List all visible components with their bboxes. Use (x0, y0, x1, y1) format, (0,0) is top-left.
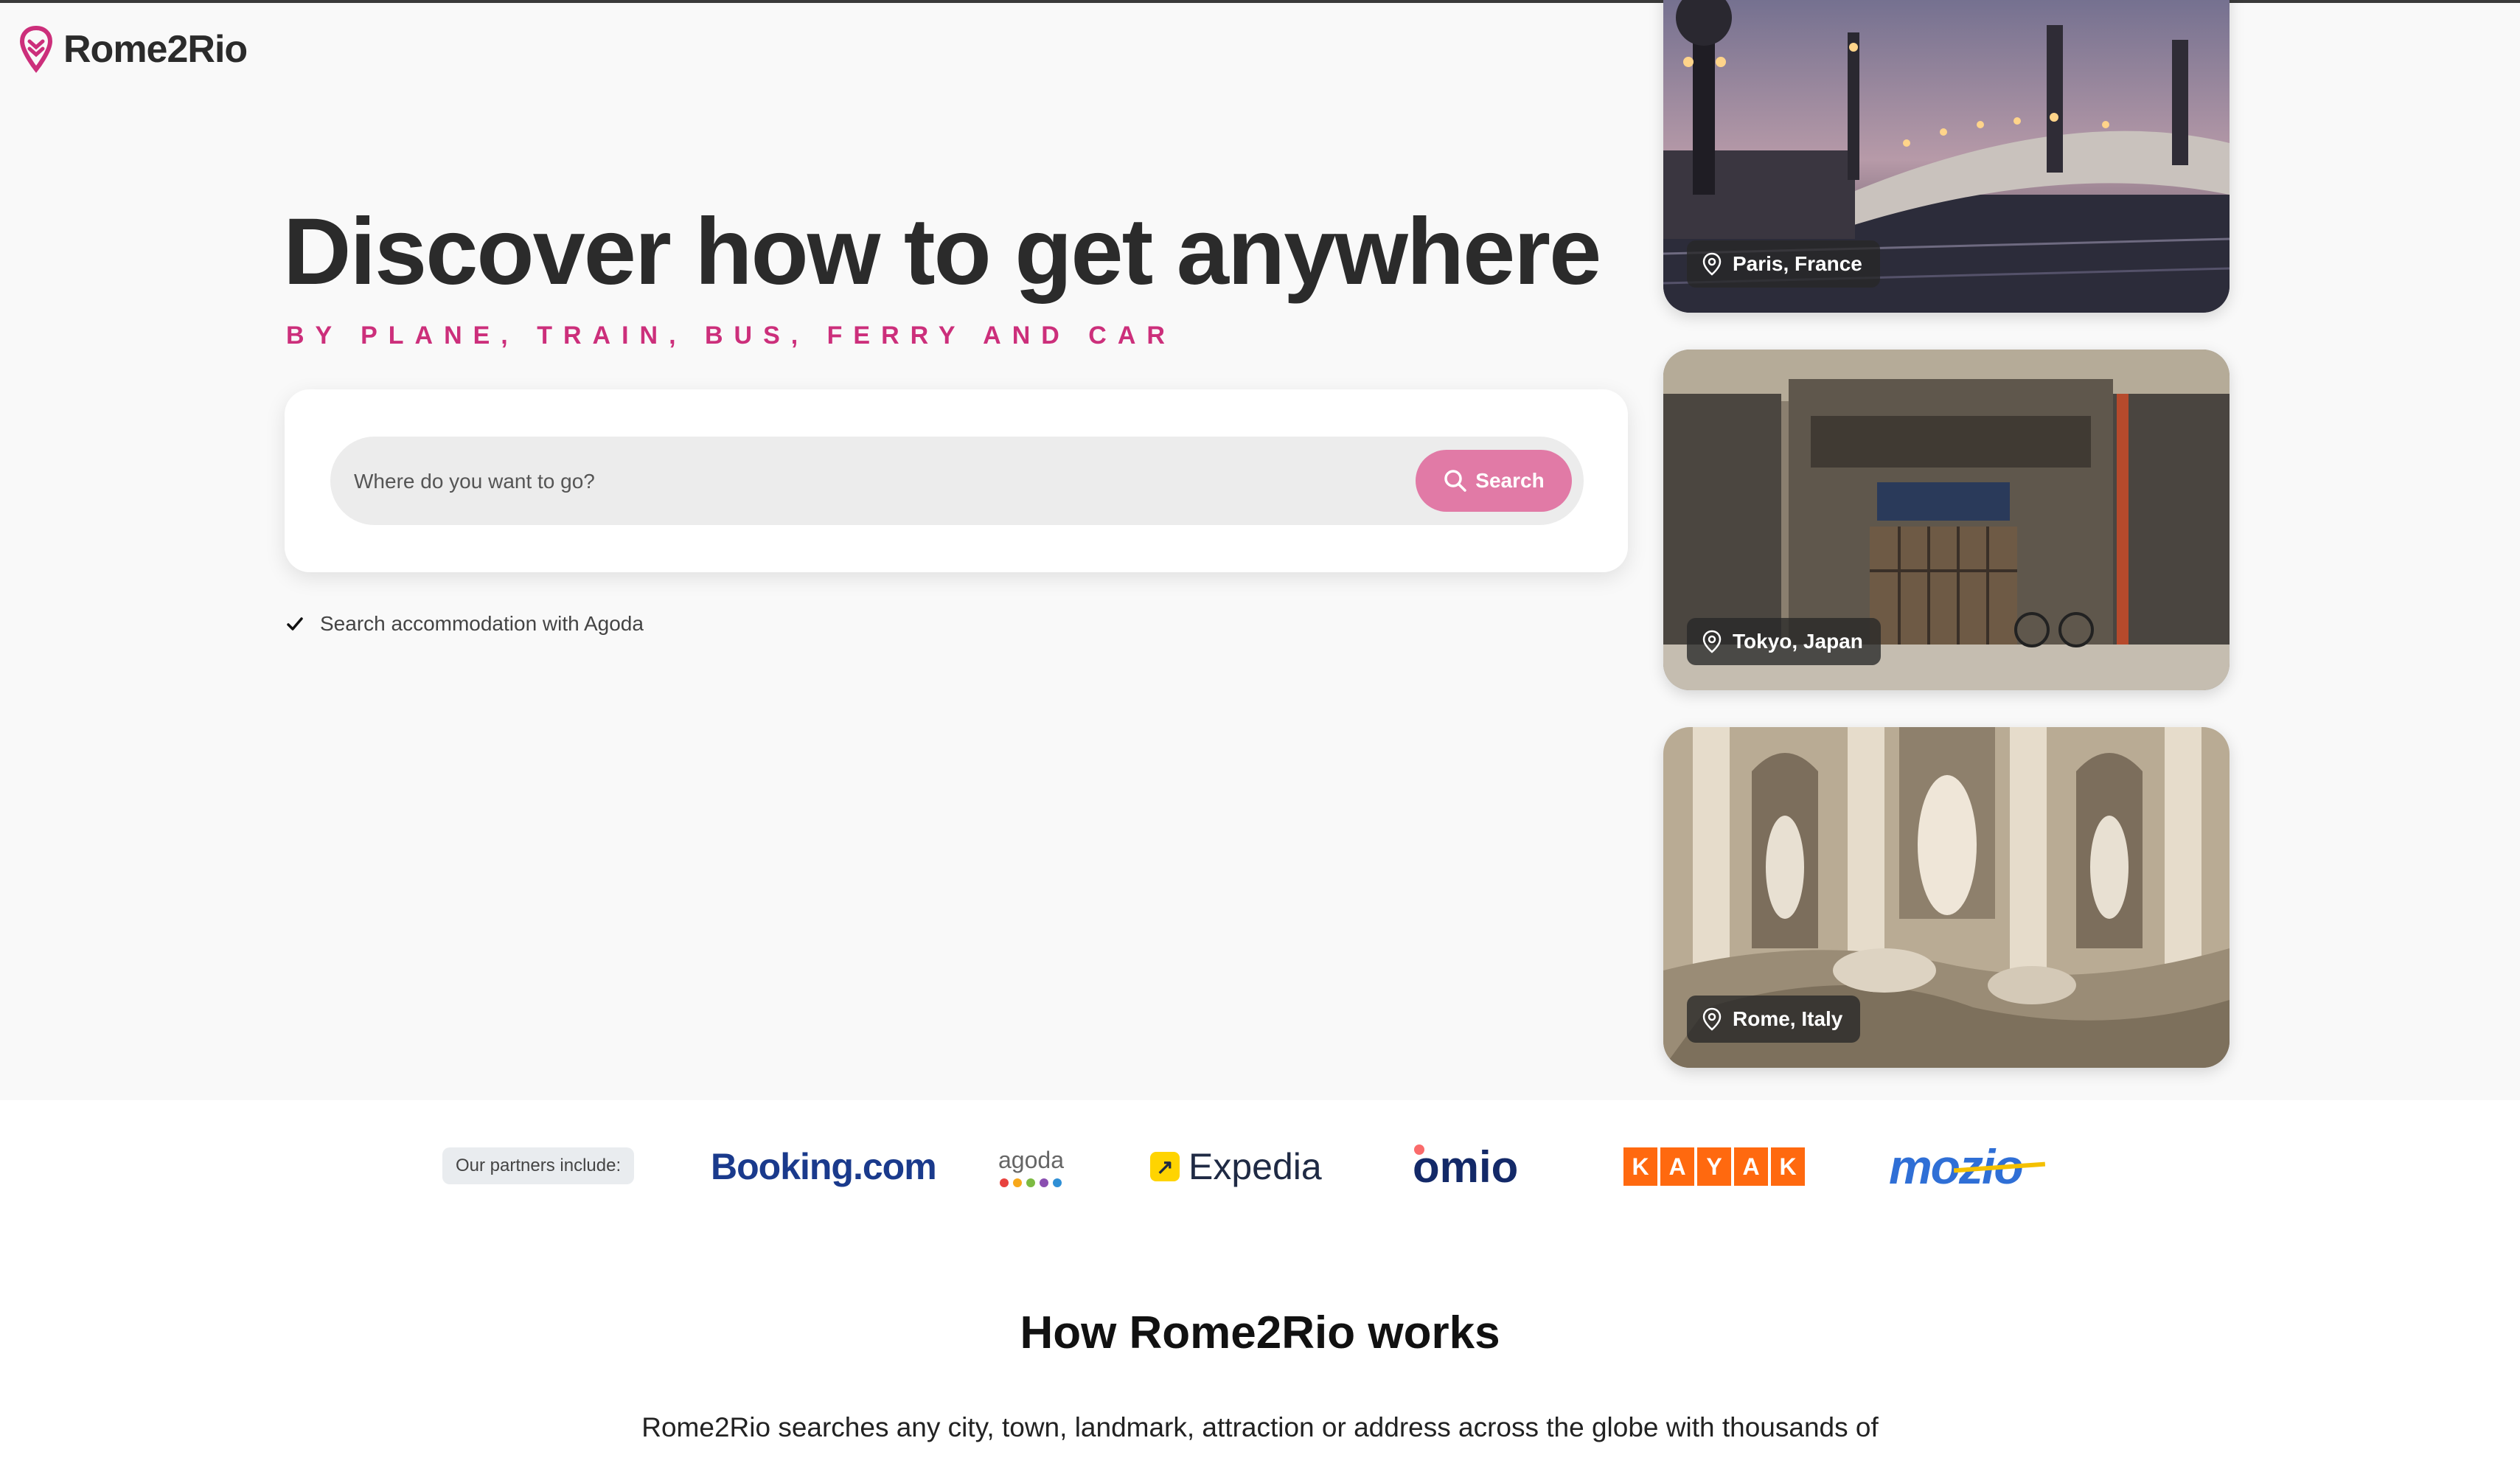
search-icon (1444, 470, 1467, 492)
kayak-letter: A (1734, 1147, 1768, 1186)
map-pin-icon (1702, 252, 1722, 276)
kayak-logo: K A Y A K (1623, 1130, 1805, 1203)
agoda-accommodation-checkbox[interactable]: Search accommodation with Agoda (285, 612, 644, 636)
destination-label: Paris, France (1687, 240, 1880, 288)
kayak-letter: K (1771, 1147, 1805, 1186)
omio-logo: omio (1413, 1130, 1518, 1203)
map-pin-icon (1702, 630, 1722, 653)
kayak-letter: A (1660, 1147, 1694, 1186)
expedia-arrow-icon: ↗ (1150, 1152, 1180, 1181)
kayak-letter: Y (1697, 1147, 1731, 1186)
rome2rio-logo-icon (19, 25, 53, 73)
expedia-logo: ↗ Expedia (1150, 1130, 1322, 1203)
how-it-works-title: How Rome2Rio works (1020, 1307, 1500, 1358)
destination-label: Tokyo, Japan (1687, 618, 1881, 665)
partners-strip: Our partners include: Booking.com agoda … (0, 1100, 2520, 1233)
destination-card-tokyo[interactable]: Tokyo, Japan (1663, 350, 2230, 690)
search-button[interactable]: Search (1416, 450, 1572, 512)
kayak-letter: K (1623, 1147, 1657, 1186)
partners-label: Our partners include: (442, 1147, 635, 1184)
how-it-works-body: Rome2Rio searches any city, town, landma… (641, 1412, 1879, 1442)
agoda-logo: agoda (998, 1130, 1064, 1203)
destination-label-text: Paris, France (1733, 252, 1862, 275)
hero-section: Rome2Rio Discover how to get anywhere BY… (0, 0, 2520, 1100)
brand-logo[interactable]: Rome2Rio (19, 25, 248, 74)
omio-wordmark: omio (1413, 1142, 1519, 1192)
omio-dot-icon (1414, 1144, 1424, 1155)
checkmark-icon (287, 617, 303, 630)
destination-label-text: Tokyo, Japan (1733, 630, 1863, 653)
agoda-checkbox-label: Search accommodation with Agoda (320, 612, 644, 635)
search-card: Search (285, 389, 1628, 572)
checkbox[interactable] (285, 614, 305, 634)
agoda-dots-icon (1000, 1178, 1062, 1187)
expedia-wordmark: Expedia (1188, 1146, 1322, 1187)
hero-subtitle: BY PLANE, TRAIN, BUS, FERRY AND CAR (286, 322, 1176, 350)
search-bar: Search (330, 437, 1584, 527)
brand-name: Rome2Rio (63, 28, 248, 71)
destination-label: Rome, Italy (1687, 996, 1861, 1043)
booking-logo: Booking.com (711, 1146, 937, 1187)
destination-card-rome[interactable]: Rome, Italy (1663, 727, 2230, 1068)
search-input[interactable] (352, 437, 1358, 527)
search-button-label: Search (1475, 469, 1545, 492)
destination-card-paris[interactable]: Paris, France (1663, 0, 2230, 313)
mozio-logo: mozio (1889, 1130, 2046, 1203)
map-pin-icon (1702, 1007, 1722, 1031)
agoda-wordmark: agoda (998, 1146, 1064, 1173)
destination-label-text: Rome, Italy (1733, 1007, 1843, 1030)
hero-title: Discover how to get anywhere (283, 199, 1601, 305)
